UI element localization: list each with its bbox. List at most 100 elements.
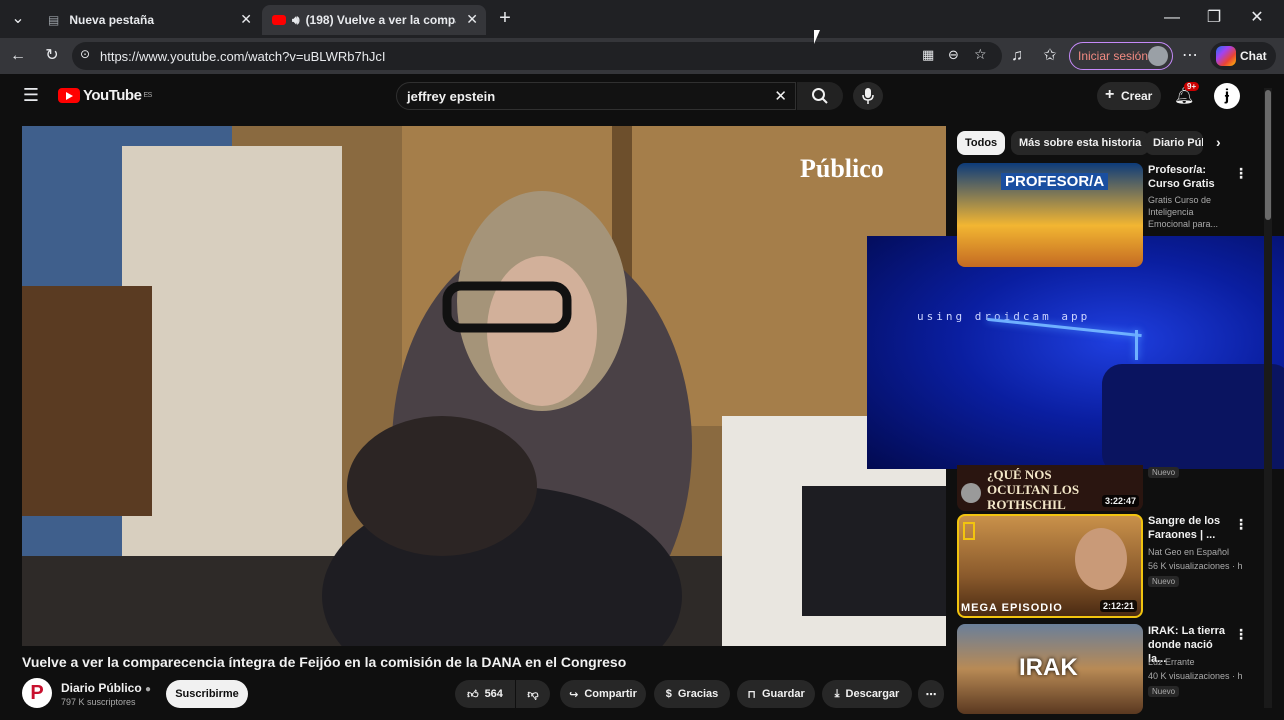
led-strip bbox=[1135, 330, 1138, 360]
bookmark-icon: ⊓ bbox=[747, 688, 756, 701]
page-scrollbar[interactable] bbox=[1264, 88, 1272, 708]
recommendation-item[interactable]: MEGA EPISODIO 2:12:21 Sangre de los Fara… bbox=[957, 514, 1248, 618]
url-field[interactable]: ⊙ https://www.youtube.com/watch?v=uBLWRb… bbox=[72, 42, 1002, 70]
address-bar-row: ← ↻ ⊙ https://www.youtube.com/watch?v=uB… bbox=[0, 38, 1284, 74]
notifications-bell-icon[interactable]: 🔔︎ 9+ bbox=[1174, 82, 1200, 106]
video-frame bbox=[22, 126, 946, 646]
channel-avatar[interactable]: P bbox=[22, 678, 52, 708]
app-icon[interactable]: ▦ bbox=[922, 47, 934, 63]
video-player[interactable]: Público bbox=[22, 126, 946, 646]
more-options-icon[interactable]: ⋮ bbox=[1234, 626, 1248, 643]
recommendation-item[interactable]: ¿QUÉ NOS OCULTAN LOS ROTHSCHIL 3:22:47 N… bbox=[957, 465, 1247, 511]
thanks-button[interactable]: $ Gracias bbox=[654, 680, 730, 708]
reload-icon[interactable]: ↻ bbox=[41, 46, 63, 66]
zoom-icon[interactable]: ⊖ bbox=[948, 47, 959, 63]
save-label: Guardar bbox=[761, 688, 805, 700]
close-window-icon[interactable]: ✕ bbox=[1246, 8, 1268, 28]
recommendation-thumbnail[interactable]: ¿QUÉ NOS OCULTAN LOS ROTHSCHIL 3:22:47 bbox=[957, 465, 1143, 511]
thumbnail-text: IRAK bbox=[1019, 654, 1078, 681]
bed-shape bbox=[1102, 364, 1284, 469]
video-title: Vuelve a ver la comparecencia íntegra de… bbox=[22, 654, 627, 670]
recommendation-channel: Luz Errante bbox=[1148, 657, 1195, 667]
subscribe-button[interactable]: Suscribirme bbox=[166, 680, 248, 708]
youtube-logo[interactable]: YouTube ES bbox=[58, 87, 152, 104]
hamburger-menu-icon[interactable]: ☰ bbox=[20, 85, 42, 105]
signin-button[interactable]: Iniciar sesión bbox=[1069, 42, 1173, 70]
chip-label: Más sobre esta historia bbox=[1019, 137, 1142, 149]
voice-search-button[interactable] bbox=[853, 82, 883, 110]
tab-list-chevron-icon[interactable]: ⌄ bbox=[7, 9, 29, 29]
search-icon bbox=[812, 88, 828, 104]
tab-youtube[interactable]: 🔊︎ (198) Vuelve a ver la compare ✕ bbox=[262, 5, 486, 35]
more-actions-button[interactable]: ⋯ bbox=[918, 680, 944, 708]
subscriber-count: 797 K suscriptores bbox=[61, 697, 136, 707]
dislike-button[interactable]: 👎︎ bbox=[516, 680, 550, 708]
new-tab-plus-icon[interactable]: + bbox=[494, 8, 516, 28]
share-label: Compartir bbox=[584, 688, 637, 700]
new-badge: Nuevo bbox=[1148, 576, 1180, 587]
restore-icon[interactable]: ❐ bbox=[1203, 8, 1225, 28]
mouse-cursor-icon bbox=[814, 30, 820, 44]
youtube-favicon-icon bbox=[272, 15, 286, 25]
chip-more-story[interactable]: Más sobre esta historia bbox=[1011, 131, 1150, 155]
recommendation-thumbnail[interactable]: PROFESOR/A bbox=[957, 163, 1143, 267]
like-count: 564 bbox=[484, 688, 503, 700]
video-watermark: Público bbox=[800, 154, 884, 183]
back-icon[interactable]: ← bbox=[7, 46, 29, 66]
share-button[interactable]: ↪ Compartir bbox=[560, 680, 646, 708]
chips-next-chevron-icon[interactable]: › bbox=[1216, 134, 1221, 150]
site-info-icon[interactable]: ⊙ bbox=[80, 47, 90, 61]
recommendation-views: 56 K visualizaciones · h bbox=[1148, 561, 1243, 571]
close-icon[interactable]: ✕ bbox=[240, 11, 252, 28]
youtube-page: ☰ YouTube ES jeffrey epstein ✕ + Crear 🔔… bbox=[0, 74, 1284, 720]
recommendation-thumbnail[interactable]: IRAK bbox=[957, 624, 1143, 714]
speaker-icon[interactable]: 🔊︎ bbox=[292, 13, 300, 28]
new-badge: Nuevo bbox=[1148, 467, 1180, 478]
video-duration: 2:12:21 bbox=[1099, 600, 1137, 612]
chip-label: Diario Públ bbox=[1153, 137, 1203, 149]
tab-label: Nueva pestaña bbox=[69, 13, 155, 27]
recommendation-item[interactable]: PROFESOR/A Profesor/a: Curso Gratis Grat… bbox=[957, 163, 1248, 267]
save-button[interactable]: ⊓ Guardar bbox=[737, 680, 815, 708]
search-button[interactable] bbox=[797, 82, 843, 110]
account-avatar[interactable]: ɉ bbox=[1214, 83, 1240, 109]
tab-new-tab[interactable]: ▤ Nueva pestaña ✕ bbox=[38, 5, 260, 35]
download-button[interactable]: ⤓ Descargar bbox=[822, 680, 912, 708]
tab-label: (198) Vuelve a ver la compare bbox=[305, 13, 456, 27]
copilot-chat-button[interactable]: Chat bbox=[1210, 42, 1276, 70]
search-input[interactable]: jeffrey epstein ✕ bbox=[396, 82, 796, 110]
channel-name[interactable]: Diario Público ● bbox=[61, 681, 151, 695]
recommendation-views: 40 K visualizaciones · h bbox=[1148, 671, 1243, 681]
minimize-icon[interactable]: — bbox=[1161, 8, 1183, 28]
more-menu-icon[interactable]: ⋯ bbox=[1179, 46, 1201, 66]
recommendation-channel: Nat Geo en Español bbox=[1148, 547, 1230, 557]
thumbnail-text: ¿QUÉ NOS OCULTAN LOS ROTHSCHIL bbox=[987, 467, 1080, 511]
recommendation-item[interactable]: IRAK IRAK: La tierra donde nació la... L… bbox=[957, 624, 1248, 714]
recommendation-title: Sangre de los Faraones | ... bbox=[1148, 515, 1221, 541]
coin-icon bbox=[961, 483, 981, 503]
favorites-icon[interactable]: ✩ bbox=[1039, 46, 1061, 66]
chip-channel[interactable]: Diario Públ bbox=[1145, 131, 1203, 155]
clear-search-icon[interactable]: ✕ bbox=[774, 87, 787, 105]
chat-label: Chat bbox=[1240, 49, 1267, 63]
verified-check-icon: ● bbox=[145, 684, 152, 695]
favorite-star-icon[interactable]: ☆ bbox=[974, 46, 987, 63]
download-icon: ⤓ bbox=[834, 687, 840, 700]
thanks-icon: $ bbox=[665, 688, 672, 700]
notification-count-badge: 9+ bbox=[1184, 82, 1200, 91]
more-options-icon[interactable]: ⋮ bbox=[1234, 516, 1248, 533]
create-button[interactable]: + Crear bbox=[1097, 82, 1161, 110]
page-icon: ▤ bbox=[48, 13, 60, 27]
new-badge: Nuevo bbox=[1148, 686, 1180, 697]
logo-text: YouTube bbox=[83, 87, 142, 104]
close-icon[interactable]: ✕ bbox=[466, 11, 478, 28]
media-control-icon[interactable]: ♫ bbox=[1006, 46, 1028, 66]
copilot-logo-icon bbox=[1216, 46, 1236, 66]
chip-all[interactable]: Todos bbox=[957, 131, 1006, 155]
scrollbar-thumb[interactable] bbox=[1265, 90, 1271, 220]
avatar bbox=[1148, 46, 1168, 66]
plus-icon: + bbox=[1105, 86, 1115, 103]
recommendation-thumbnail[interactable]: MEGA EPISODIO 2:12:21 bbox=[957, 514, 1143, 618]
more-options-icon[interactable]: ⋮ bbox=[1234, 165, 1248, 182]
like-button[interactable]: 👍︎ 564 bbox=[455, 680, 515, 708]
